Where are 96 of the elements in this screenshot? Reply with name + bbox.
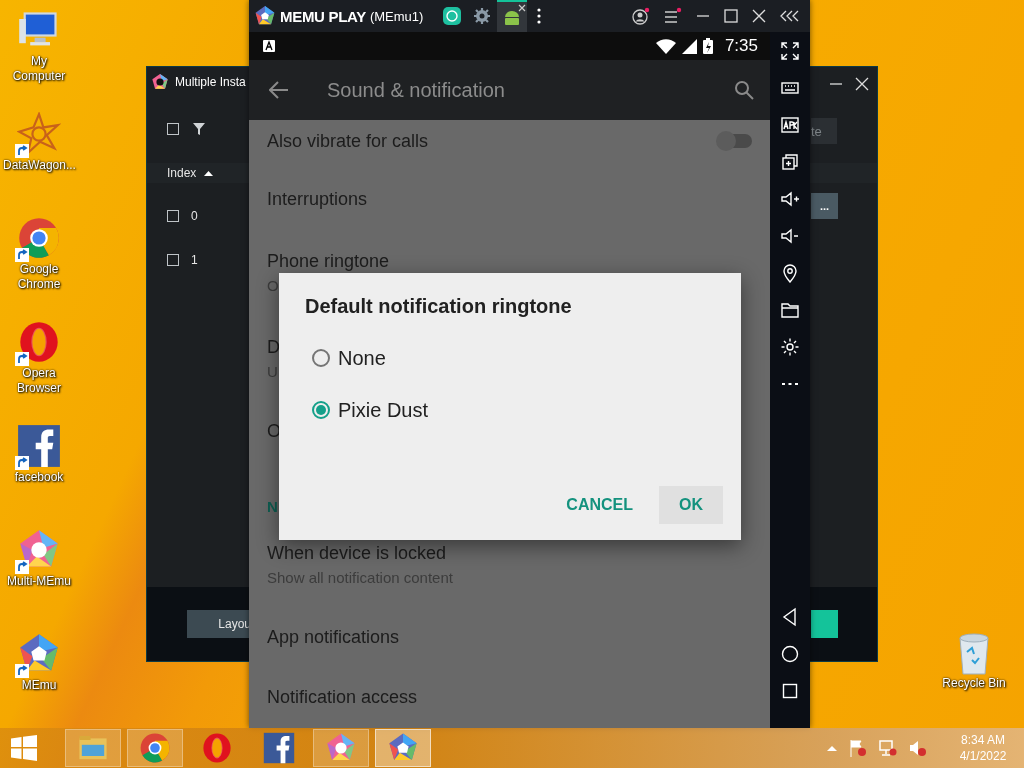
fullscreen-icon[interactable] (781, 42, 799, 60)
shortcut-label: Recycle Bin (941, 676, 1007, 691)
shortcut-label: Google Chrome (16, 262, 62, 292)
settings-item[interactable]: Interruptions (249, 169, 770, 229)
aperture-icon (151, 73, 169, 91)
table-cell: 0 (191, 209, 198, 223)
settings-item[interactable]: Also vibrate for calls (249, 113, 770, 169)
select-all-checkbox[interactable] (167, 123, 179, 135)
instance-name: (MEmu1) (369, 8, 424, 24)
dialog-title: Default notification ringtone (305, 295, 572, 318)
close-icon[interactable] (752, 9, 766, 23)
table-cell: 1 (191, 253, 198, 267)
location-pin-icon[interactable] (780, 263, 800, 283)
volume-up-icon[interactable] (780, 189, 800, 209)
option-label[interactable]: None (338, 346, 386, 370)
keyboard-indicator-icon (263, 40, 275, 52)
close-icon[interactable] (518, 4, 527, 12)
shortcut-label: MEmu (20, 678, 58, 693)
menu-icon[interactable] (664, 7, 682, 25)
settings-item[interactable]: App notifications (249, 607, 770, 667)
toolbar-button[interactable]: te (811, 118, 837, 144)
sort-up-icon (204, 170, 214, 176)
window-title: Multiple Insta (175, 75, 246, 89)
taskbar-button[interactable] (127, 729, 183, 767)
desktop-shortcut[interactable]: My Computer (0, 6, 78, 98)
row-checkbox[interactable] (167, 254, 179, 266)
opera-icon (17, 320, 61, 364)
pentagon-logo-icon (254, 5, 276, 27)
home-app-icon (443, 7, 462, 25)
more-vertical-icon[interactable] (537, 8, 542, 24)
radio-button[interactable] (312, 349, 330, 367)
item-title: When device is locked (267, 542, 447, 564)
screen-title: Sound & notification (327, 78, 505, 102)
windows-start-icon[interactable] (11, 735, 37, 761)
recents-icon[interactable] (780, 681, 800, 701)
dialog-button[interactable]: CANCEL (556, 486, 643, 524)
close-icon[interactable] (855, 77, 869, 91)
shortcut-label: Multi-MEmu (6, 574, 72, 589)
collapse-icon[interactable] (780, 10, 800, 22)
battery-charging-icon (702, 38, 713, 54)
taskbar-button[interactable] (313, 729, 369, 767)
desktop-shortcut[interactable]: Google Chrome (0, 214, 78, 306)
settings-item[interactable]: Notification access (249, 667, 770, 727)
volume-down-icon[interactable] (780, 226, 800, 246)
section-header: N (267, 498, 278, 515)
chrome-icon (17, 216, 61, 260)
app-logo-text: MEMU PLAY (280, 7, 366, 25)
desktop-shortcut[interactable]: Multi-MEmu (0, 526, 78, 618)
add-window-icon[interactable] (780, 152, 800, 172)
item-title: App notifications (267, 626, 400, 648)
app-tab[interactable] (497, 0, 528, 32)
desktop-shortcut[interactable]: Recycle Bin (934, 630, 1014, 691)
toggle-switch[interactable] (718, 134, 752, 148)
shortcut-label: facebook (13, 470, 65, 485)
home-icon[interactable] (780, 644, 800, 664)
apk-icon[interactable] (780, 115, 800, 135)
shortcut-label: DataWagon... (3, 158, 75, 173)
opera-icon (201, 732, 233, 764)
desktop-shortcut[interactable]: facebook (0, 422, 78, 514)
desktop-shortcut[interactable]: MEmu (0, 630, 78, 722)
back-arrow-icon[interactable] (269, 81, 289, 99)
desktop-shortcut[interactable]: DataWagon... (0, 110, 78, 202)
row-checkbox[interactable] (167, 210, 179, 222)
filter-icon[interactable] (193, 123, 205, 135)
facebook-icon (17, 424, 61, 468)
wifi-icon (655, 38, 676, 54)
item-title: Also vibrate for calls (267, 130, 429, 152)
column-header[interactable]: Index (167, 166, 197, 180)
clock-date: 4/1/2022 (959, 748, 1007, 764)
item-title: Interruptions (267, 188, 368, 210)
signal-icon (681, 38, 697, 54)
desktop-shortcut[interactable]: Opera Browser (0, 318, 78, 410)
radio-button[interactable] (312, 401, 330, 419)
option-label[interactable]: Pixie Dust (338, 398, 429, 422)
taskbar-button[interactable] (375, 729, 431, 767)
volume-muted-icon[interactable] (909, 739, 927, 757)
chrome-icon (139, 732, 171, 764)
account-icon[interactable] (632, 7, 650, 25)
android-icon (503, 8, 522, 26)
dialog-button[interactable]: OK (659, 486, 723, 524)
shortcut-label: Opera Browser (16, 366, 62, 396)
item-title: D (267, 336, 280, 358)
more-button[interactable]: ... (811, 193, 838, 219)
folder-icon[interactable] (780, 300, 800, 320)
item-title: Notification access (267, 686, 418, 708)
network-alert-icon[interactable] (879, 739, 897, 757)
shortcut-label: My Computer (11, 54, 67, 84)
clock-time: 8:34 AM (961, 732, 1005, 748)
clock[interactable]: 8:34 AM 4/1/2022 (948, 732, 1018, 764)
maximize-icon[interactable] (724, 9, 738, 23)
facebook-icon (263, 732, 295, 764)
star-icon (17, 112, 61, 156)
flag-alert-icon[interactable] (849, 739, 867, 757)
status-time: 7:35 (724, 36, 758, 56)
search-icon[interactable] (734, 80, 754, 100)
item-title: Phone ringtone (267, 250, 390, 272)
